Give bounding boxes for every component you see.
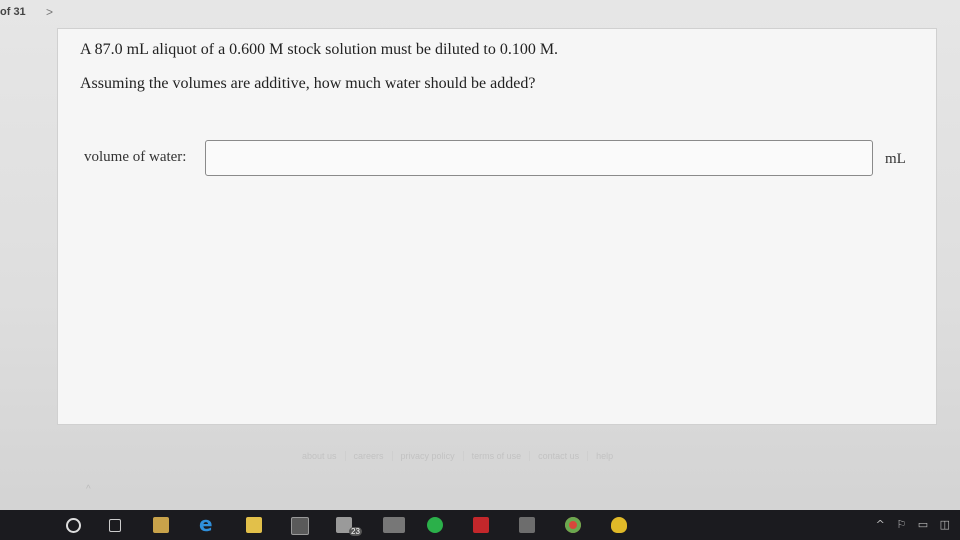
question-text-line2: Assuming the volumes are additive, how m… xyxy=(80,75,536,92)
footer-link-about-us[interactable]: about us xyxy=(294,451,346,461)
news-icon[interactable] xyxy=(383,517,405,533)
mail-badge: 23 xyxy=(349,527,362,536)
footer-link-careers[interactable]: careers xyxy=(346,451,393,461)
footer-link-terms-of-use[interactable]: terms of use xyxy=(464,451,531,461)
volume-of-water-input[interactable] xyxy=(205,140,873,176)
windows-taskbar: e 23 ^ ⚐ ▭ ◫ xyxy=(0,510,960,540)
store-icon[interactable] xyxy=(153,517,169,533)
footer-link-contact-us[interactable]: contact us xyxy=(530,451,589,461)
task-view-icon[interactable] xyxy=(109,519,121,532)
footer-links: about us careers privacy policy terms of… xyxy=(294,451,621,461)
mcafee-icon[interactable] xyxy=(473,517,489,533)
unit-label: mL xyxy=(885,151,906,167)
file-explorer-icon[interactable] xyxy=(246,517,262,533)
cortana-icon[interactable] xyxy=(66,518,81,533)
chevron-up-icon[interactable]: ^ xyxy=(86,484,91,495)
volume-of-water-label: volume of water: xyxy=(84,149,187,165)
question-panel: A 87.0 mL aliquot of a 0.600 M stock sol… xyxy=(57,28,937,425)
question-pager: of 31 > xyxy=(0,5,53,19)
spotify-icon[interactable] xyxy=(427,517,443,533)
footer-link-privacy-policy[interactable]: privacy policy xyxy=(393,451,464,461)
next-question-icon[interactable]: > xyxy=(46,5,53,19)
system-tray[interactable]: ^ ⚐ ▭ ◫ xyxy=(876,518,954,531)
edge-icon[interactable]: e xyxy=(199,512,215,536)
app-icon[interactable] xyxy=(611,517,627,533)
footer-link-help[interactable]: help xyxy=(588,451,621,461)
calculator-icon[interactable] xyxy=(291,517,309,535)
chrome-icon[interactable] xyxy=(565,517,581,533)
question-text-line1: A 87.0 mL aliquot of a 0.600 M stock sol… xyxy=(80,41,559,58)
photos-icon[interactable] xyxy=(519,517,535,533)
pager-text: of 31 xyxy=(0,6,26,18)
